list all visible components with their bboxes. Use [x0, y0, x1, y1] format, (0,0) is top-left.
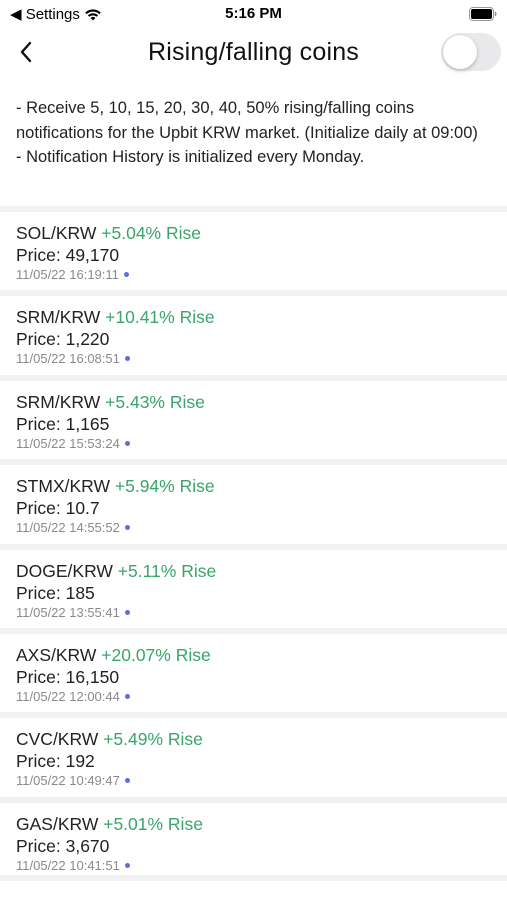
timestamp: 11/05/22 12:00:44: [16, 688, 120, 704]
unread-dot-icon: [124, 862, 130, 868]
price: Price: 49,170: [16, 245, 120, 265]
price: Price: 1,220: [16, 329, 110, 350]
notification-list: SOL/KRW +5.04% Rise Price: 49,170 11/05/…: [0, 206, 507, 882]
unread-dot-icon: [124, 778, 130, 784]
coin-pair: STMX/KRW: [16, 476, 110, 497]
unread-dot-icon: [124, 693, 130, 699]
timestamp: 11/05/22 10:49:47: [16, 773, 120, 789]
price: Price: 10.7: [16, 498, 100, 519]
timestamp: 11/05/22 10:41:51: [16, 857, 120, 873]
timestamp: 11/05/22 16:08:51: [16, 351, 120, 367]
coin-pair: GAS/KRW: [16, 813, 99, 834]
battery-icon: [469, 7, 497, 21]
description-line-1: - Receive 5, 10, 15, 20, 30, 40, 50% ris…: [16, 99, 478, 142]
status-time: 5:16 PM: [225, 5, 282, 22]
list-item[interactable]: SRM/KRW +5.43% Rise Price: 1,165 11/05/2…: [0, 374, 507, 459]
price: Price: 3,670: [16, 835, 110, 856]
list-item[interactable]: SRM/KRW +10.41% Rise Price: 1,220 11/05/…: [0, 290, 507, 374]
timestamp: 11/05/22 16:19:11: [16, 267, 119, 282]
coin-pair: SRM/KRW: [16, 391, 101, 412]
unread-dot-icon: [124, 356, 130, 362]
change-percent: +10.41% Rise: [105, 307, 215, 328]
unread-dot-icon: [124, 609, 130, 615]
price: Price: 16,150: [16, 666, 120, 687]
list-item[interactable]: DOGE/KRW +5.11% Rise Price: 185 11/05/22…: [0, 543, 507, 628]
list-item[interactable]: SOL/KRW +5.04% Rise Price: 49,170 11/05/…: [0, 206, 507, 290]
change-percent: +5.49% Rise: [103, 729, 203, 750]
navigation-header: Rising/falling coins: [0, 28, 507, 80]
list-item[interactable]: STMX/KRW +5.94% Rise Price: 10.7 11/05/2…: [0, 459, 507, 543]
change-percent: +5.04% Rise: [101, 223, 201, 243]
coin-pair: SRM/KRW: [16, 307, 101, 328]
coin-pair: DOGE/KRW: [16, 560, 113, 581]
description: - Receive 5, 10, 15, 20, 30, 40, 50% ris…: [16, 96, 498, 170]
timestamp: 11/05/22 13:55:41: [16, 604, 120, 620]
unread-dot-icon: [124, 440, 130, 446]
coin-pair: CVC/KRW: [16, 729, 99, 750]
change-percent: +5.01% Rise: [103, 813, 203, 834]
unread-dot-icon: [123, 272, 129, 277]
change-percent: +5.43% Rise: [105, 391, 205, 412]
description-line-2: - Notification History is initialized ev…: [16, 148, 365, 166]
toggle-knob: [443, 35, 477, 69]
change-percent: +5.11% Rise: [117, 560, 217, 581]
change-percent: +5.94% Rise: [114, 476, 215, 497]
timestamp: 11/05/22 15:53:24: [16, 435, 120, 451]
unread-dot-icon: [124, 525, 130, 531]
list-item[interactable]: GAS/KRW +5.01% Rise Price: 3,670 11/05/2…: [0, 796, 507, 882]
price: Price: 1,165: [16, 413, 110, 434]
list-item[interactable]: AXS/KRW +20.07% Rise Price: 16,150 11/05…: [0, 627, 507, 712]
status-bar: ◀ Settings 5:16 PM: [0, 0, 507, 28]
page-title: Rising/falling coins: [147, 38, 360, 66]
list-item[interactable]: CVC/KRW +5.49% Rise Price: 192 11/05/22 …: [0, 712, 507, 796]
timestamp: 11/05/22 14:55:52: [16, 520, 120, 536]
notifications-toggle[interactable]: [441, 33, 501, 71]
coin-pair: SOL/KRW: [16, 223, 97, 243]
price: Price: 192: [16, 751, 95, 772]
price: Price: 185: [16, 582, 95, 603]
coin-pair: AXS/KRW: [16, 644, 97, 665]
change-percent: +20.07% Rise: [101, 644, 211, 665]
